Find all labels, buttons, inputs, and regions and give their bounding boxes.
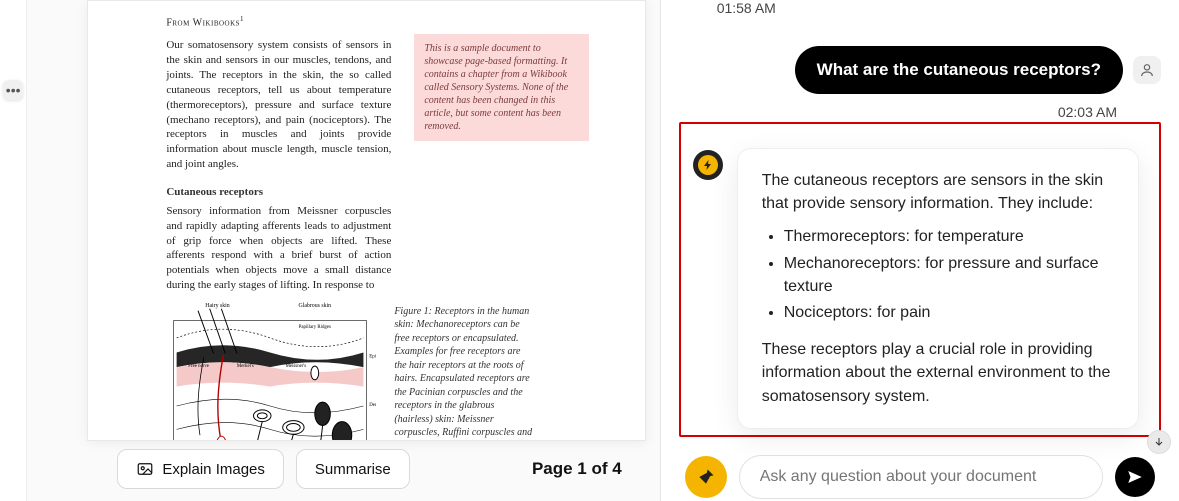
- doc-intro-paragraph: Our somatosensory system consists of sen…: [166, 38, 391, 172]
- send-button[interactable]: [1115, 457, 1155, 497]
- doc-body-paragraph: Sensory information from Meissner corpus…: [166, 204, 391, 293]
- fig-label-pap: Papillary Ridges: [299, 325, 331, 330]
- ai-list-item: Thermoreceptors: for temperature: [784, 225, 1114, 248]
- fig-label-meis: Meissner's: [286, 364, 307, 369]
- arrow-down-icon: [1153, 436, 1165, 448]
- document-pane: From Wikibooks1 Our somatosensory system…: [27, 0, 659, 501]
- fig-label-epi: Epidermis: [370, 354, 377, 359]
- ai-avatar: [693, 150, 723, 180]
- doc-source-line: From Wikibooks1: [166, 15, 614, 28]
- from-sup: 1: [240, 15, 244, 23]
- fig-label-glab: Glabrous skin: [299, 303, 332, 309]
- summarise-label: Summarise: [315, 461, 391, 478]
- send-icon: [1126, 468, 1144, 486]
- fig-label-dermis: Dermis: [370, 403, 377, 408]
- fig-label-merk: Merkel's: [237, 364, 254, 369]
- figure-caption: Figure 1: Receptors in the human skin: M…: [394, 299, 534, 441]
- ai-answer-highlight: The cutaneous receptors are sensors in t…: [679, 122, 1161, 437]
- user-message-bubble: What are the cutaneous receptors?: [795, 46, 1123, 94]
- user-message-row: What are the cutaneous receptors?: [679, 46, 1161, 94]
- person-icon: [1139, 62, 1155, 78]
- chat-pane: 01:58 AM What are the cutaneous receptor…: [661, 0, 1179, 501]
- timestamp-ai: 02:03 AM: [679, 104, 1161, 120]
- doc-sample-note: This is a sample document to showcase pa…: [414, 34, 589, 141]
- ai-intro-text: The cutaneous receptors are sensors in t…: [762, 169, 1114, 215]
- explain-images-label: Explain Images: [162, 461, 265, 478]
- rail-menu-chip[interactable]: •••: [3, 80, 23, 100]
- ai-outro-text: These receptors play a crucial role in p…: [762, 338, 1114, 408]
- page-indicator: Page 1 of 4: [532, 459, 622, 479]
- doc-section-heading: Cutaneous receptors: [166, 186, 614, 198]
- ai-list-item: Mechanoreceptors: for pressure and surfa…: [784, 252, 1114, 298]
- bolt-icon: [702, 159, 714, 171]
- broom-icon: [696, 467, 716, 487]
- ai-list-item: Nociceptors: for pain: [784, 301, 1114, 324]
- document-page[interactable]: From Wikibooks1 Our somatosensory system…: [87, 0, 645, 441]
- fig-label-hairy: Hairy skin: [206, 303, 231, 309]
- fig-label-free: Free nerve: [189, 364, 210, 369]
- summarise-button[interactable]: Summarise: [296, 449, 410, 489]
- image-icon: [136, 460, 154, 478]
- ai-message-card: The cutaneous receptors are sensors in t…: [737, 148, 1139, 429]
- ai-list: Thermoreceptors: for temperature Mechano…: [784, 225, 1114, 324]
- chat-input-row: [679, 451, 1161, 499]
- scroll-down-button[interactable]: [1147, 430, 1171, 454]
- from-text: From Wikibooks: [166, 17, 240, 28]
- clear-chat-button[interactable]: [685, 456, 727, 498]
- left-rail: •••: [0, 0, 27, 501]
- user-avatar: [1133, 56, 1161, 84]
- chat-input[interactable]: [739, 455, 1103, 499]
- timestamp-user: 01:58 AM: [679, 0, 1161, 20]
- document-footer: Explain Images Summarise Page 1 of 4: [27, 443, 659, 495]
- explain-images-button[interactable]: Explain Images: [117, 449, 284, 489]
- skin-diagram: Hairy skin Glabrous skin Papillary Ridge…: [166, 299, 376, 441]
